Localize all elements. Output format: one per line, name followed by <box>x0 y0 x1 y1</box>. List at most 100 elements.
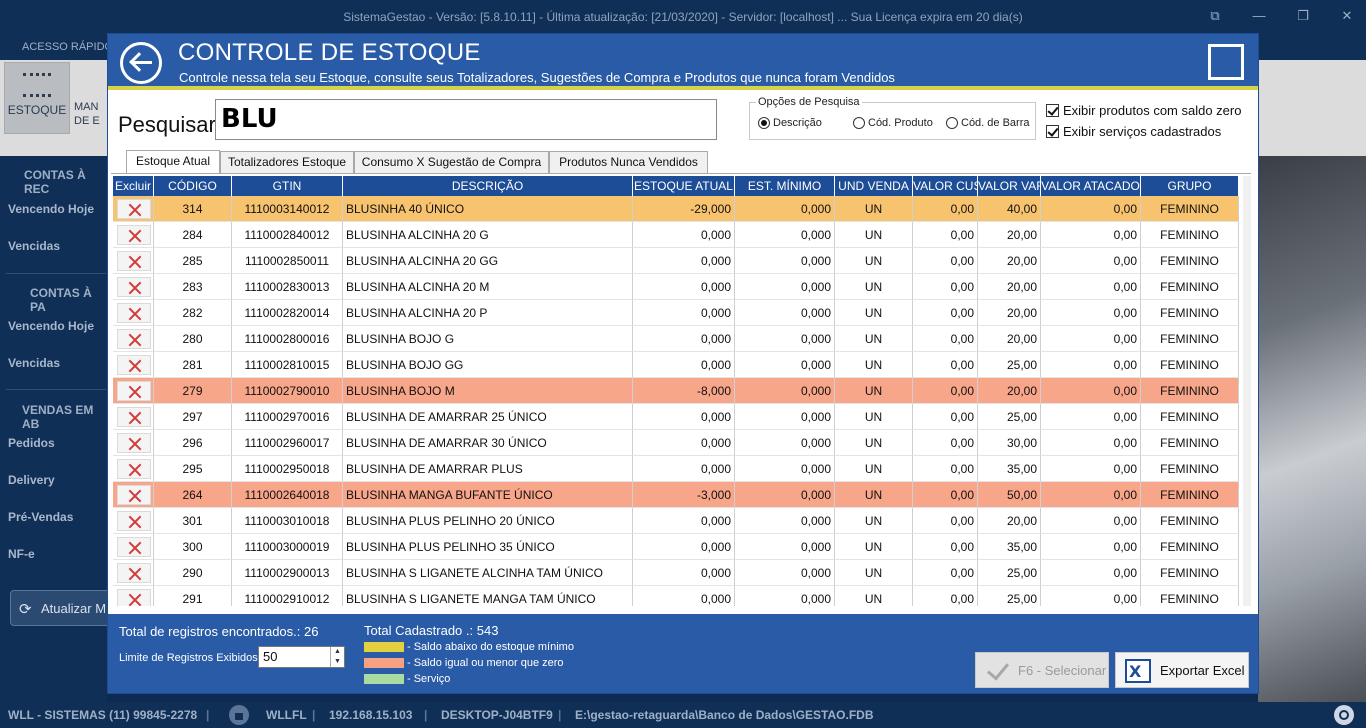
radio-descricao[interactable]: Descrição <box>758 117 822 129</box>
delete-x-icon[interactable] <box>117 277 151 297</box>
limit-value[interactable]: 50 <box>263 649 277 664</box>
col-estoque-atual[interactable]: ESTOQUE ATUAL <box>633 176 735 196</box>
delete-x-icon[interactable] <box>117 537 151 557</box>
grid-vertical-scrollbar[interactable] <box>1243 176 1251 606</box>
cell-cod: 300 <box>154 534 232 560</box>
col-valor-custo[interactable]: VALOR CUSTO <box>913 176 978 196</box>
nav-item-pedidos[interactable]: Pedidos <box>8 436 55 450</box>
table-row[interactable]: 264 1110002640018 BLUSINHA MANGA BUFANTE Ú… <box>113 482 1239 508</box>
radio-dot[interactable] <box>946 117 958 129</box>
table-row[interactable]: 295 1110002950018 BLUSINHA DE AMARRAR PLUS… <box>113 456 1239 482</box>
delete-x-icon[interactable] <box>117 407 151 427</box>
stepper-arrows-icon[interactable]: ▲ ▼ <box>330 647 344 667</box>
tab-totalizadores[interactable]: Totalizadores Estoque <box>220 151 354 173</box>
radio-cod-produto[interactable]: Cód. Produto <box>853 117 933 129</box>
checkbox-servicos[interactable]: Exibir serviços cadastrados <box>1046 124 1221 139</box>
delete-x-icon[interactable] <box>117 251 151 271</box>
table-row[interactable]: 279 1110002790010 BLUSINHA BOJO M -8,000 0,0… <box>113 378 1239 404</box>
search-label: Pesquisar: <box>118 112 222 137</box>
cell-ata: 0,00 <box>1041 274 1141 300</box>
table-row[interactable]: 290 1110002900013 BLUSINHA S LIGANETE ALCI… <box>113 560 1239 586</box>
nav-item-receber-vencidas[interactable]: Vencidas <box>8 239 60 253</box>
cell-cod: 283 <box>154 274 232 300</box>
table-row[interactable]: 291 1110002910012 BLUSINHA S LIGANETE MANG… <box>113 586 1239 606</box>
maximize-dialog-icon[interactable] <box>1208 44 1244 80</box>
table-row[interactable]: 283 1110002830013 BLUSINHA ALCINHA 20 M 0,0… <box>113 274 1239 300</box>
delete-x-icon[interactable] <box>117 199 151 219</box>
cell-desc: BLUSINHA BOJO G <box>343 326 633 352</box>
tab-estoque-atual[interactable]: Estoque Atual <box>126 150 220 173</box>
col-valor-varejo[interactable]: VALOR VAREJO <box>978 176 1041 196</box>
nav-item-pre-vendas[interactable]: Pré-Vendas <box>8 510 73 524</box>
col-valor-atacado[interactable]: VALOR ATACADO <box>1041 176 1141 196</box>
cell-grp: FEMININO <box>1141 508 1239 534</box>
lock-icon <box>229 705 249 725</box>
table-row[interactable]: 282 1110002820014 BLUSINHA ALCINHA 20 P 0,0… <box>113 300 1239 326</box>
maximize-icon[interactable]: ❐ <box>1294 8 1312 24</box>
nav-item-nfe[interactable]: NF-e <box>8 547 35 561</box>
table-row[interactable]: 280 1110002800016 BLUSINHA BOJO G 0,000 0,00… <box>113 326 1239 352</box>
checkbox-checked[interactable] <box>1046 125 1059 138</box>
delete-x-icon[interactable] <box>117 329 151 349</box>
cell-desc: BLUSINHA DE AMARRAR 25 ÚNICO <box>343 404 633 430</box>
col-gtin[interactable]: GTIN <box>232 176 343 196</box>
cell-est: 0,000 <box>633 300 735 326</box>
nav-item-delivery[interactable]: Delivery <box>8 473 55 487</box>
table-row[interactable]: 301 1110003010018 BLUSINHA PLUS PELINHO 20… <box>113 508 1239 534</box>
ribbon-estoque-button[interactable]: ESTOQUE <box>4 62 70 134</box>
status-bar: WLL - SISTEMAS (11) 99845-2278 | WLLFL |… <box>0 702 1366 728</box>
tab-consumo-sugestao[interactable]: Consumo X Sugestão de Compra <box>354 151 549 173</box>
delete-x-icon[interactable] <box>117 433 151 453</box>
select-button[interactable]: F6 - Selecionar <box>975 652 1109 688</box>
cell-cod: 279 <box>154 378 232 404</box>
table-row[interactable]: 285 1110002850011 BLUSINHA ALCINHA 20 GG 0,… <box>113 248 1239 274</box>
cell-grp: FEMININO <box>1141 534 1239 560</box>
checkbox-checked[interactable] <box>1046 104 1059 117</box>
col-descricao[interactable]: DESCRIÇÃO <box>343 176 633 196</box>
cell-und: UN <box>835 430 913 456</box>
limit-stepper[interactable]: 50 ▲ ▼ <box>258 646 345 668</box>
refresh-button[interactable]: ⟳ Atualizar M <box>10 590 114 626</box>
cell-grp: FEMININO <box>1141 300 1239 326</box>
delete-x-icon[interactable] <box>117 303 151 323</box>
table-row[interactable]: 314 1110003140012 BLUSINHA 40 ÚNICO -29,000… <box>113 196 1239 222</box>
col-excluir[interactable]: Excluir <box>113 176 154 196</box>
close-icon[interactable]: ✕ <box>1338 8 1356 24</box>
restore-window-icon[interactable]: ⧉ <box>1206 8 1224 24</box>
delete-x-icon[interactable] <box>117 381 151 401</box>
ribbon-manutencao-button[interactable]: MAN DE E <box>74 100 100 128</box>
back-arrow-icon[interactable] <box>120 42 162 84</box>
delete-x-icon[interactable] <box>117 225 151 245</box>
delete-x-icon[interactable] <box>117 589 151 606</box>
col-grupo[interactable]: GRUPO <box>1141 176 1239 196</box>
table-row[interactable]: 300 1110003000019 BLUSINHA PLUS PELINHO 35… <box>113 534 1239 560</box>
table-row[interactable]: 281 1110002810015 BLUSINHA BOJO GG 0,000 0,0… <box>113 352 1239 378</box>
search-input[interactable]: BLU <box>215 99 717 140</box>
col-und-venda[interactable]: UND VENDA <box>835 176 913 196</box>
delete-x-icon[interactable] <box>117 485 151 505</box>
delete-x-icon[interactable] <box>117 459 151 479</box>
checkbox-saldo-zero[interactable]: Exibir produtos com saldo zero <box>1046 103 1241 118</box>
nav-item-pagar-vencidas[interactable]: Vencidas <box>8 356 60 370</box>
delete-x-icon[interactable] <box>117 355 151 375</box>
checkbox-saldo-zero-label: Exibir produtos com saldo zero <box>1063 103 1242 118</box>
tab-nunca-vendidos[interactable]: Produtos Nunca Vendidos <box>549 151 708 173</box>
radio-dot-selected[interactable] <box>758 117 770 129</box>
col-codigo[interactable]: CÓDIGO <box>154 176 232 196</box>
table-row[interactable]: 284 1110002840012 BLUSINHA ALCINHA 20 G 0,0… <box>113 222 1239 248</box>
nav-item-pagar-vencendo-hoje[interactable]: Vencendo Hoje <box>8 319 94 333</box>
radio-cod-barra[interactable]: Cód. de Barra <box>946 117 1029 129</box>
nav-item-receber-vencendo-hoje[interactable]: Vencendo Hoje <box>8 202 94 216</box>
delete-x-icon[interactable] <box>117 511 151 531</box>
delete-x-icon[interactable] <box>117 563 151 583</box>
cell-grp: FEMININO <box>1141 248 1239 274</box>
minimize-icon[interactable]: — <box>1250 8 1268 24</box>
cell-cus: 0,00 <box>913 352 978 378</box>
radio-dot[interactable] <box>853 117 865 129</box>
col-est-minimo[interactable]: EST. MÍNIMO <box>735 176 835 196</box>
search-options-group: Opções de Pesquisa Descrição Cód. Produt… <box>749 96 1036 140</box>
power-icon[interactable] <box>1334 705 1354 725</box>
table-row[interactable]: 296 1110002960017 BLUSINHA DE AMARRAR 30 Ú… <box>113 430 1239 456</box>
export-excel-button[interactable]: Exportar Excel <box>1115 652 1249 688</box>
table-row[interactable]: 297 1110002970016 BLUSINHA DE AMARRAR 25 Ú… <box>113 404 1239 430</box>
